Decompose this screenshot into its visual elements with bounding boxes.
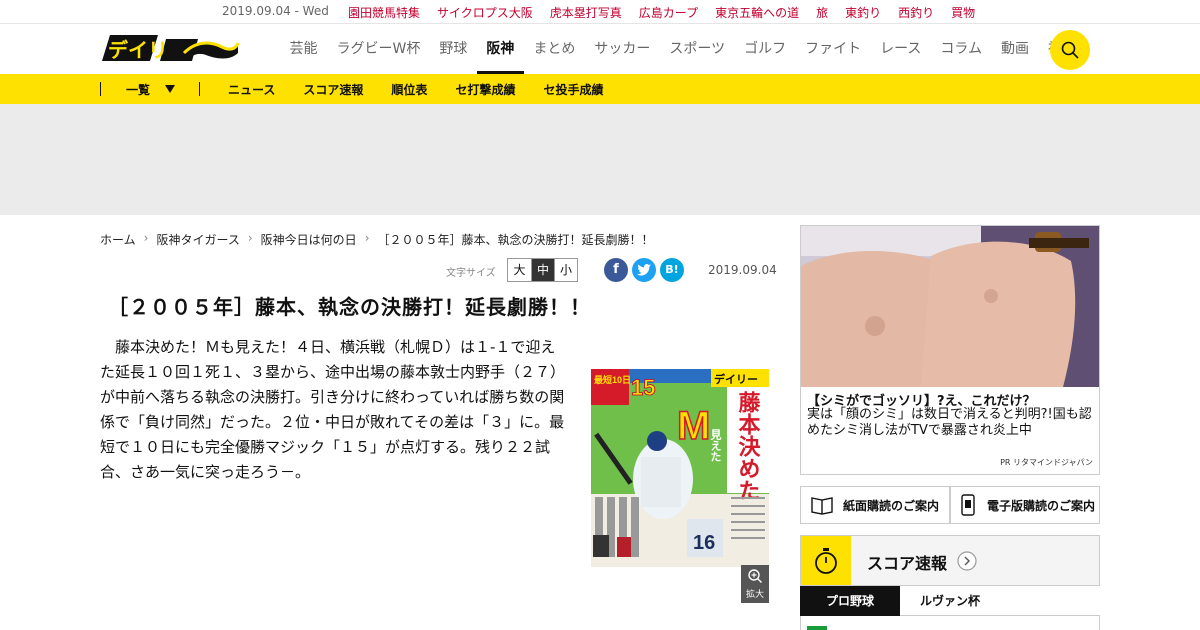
- book-icon: [811, 497, 833, 515]
- site-header: デイリ 芸能 ラグビーW杯 野球 阪神 まとめ サッカー スポーツ ゴルフ ファ…: [0, 25, 1200, 74]
- paper-subscribe-button[interactable]: 紙面購読のご案内: [800, 486, 950, 524]
- front-big-letter: M: [677, 404, 710, 448]
- chevron-right-circle-icon[interactable]: [957, 551, 977, 571]
- zoom-button[interactable]: 拡大: [741, 565, 769, 603]
- font-size-switcher: 大 中 小: [507, 258, 578, 282]
- ad-text[interactable]: 実は「顔のシミ」は数日で消えると判明?!国も認めたシミ消し法がTVで暴露され炎上…: [807, 407, 1097, 439]
- nav-rugby[interactable]: ラグビーW杯: [327, 25, 430, 74]
- chevron-down-icon[interactable]: [165, 85, 175, 93]
- hatena-icon: B!: [665, 263, 679, 276]
- digital-subscribe-label: 電子版購読のご案内: [987, 498, 1096, 513]
- score-tabs: プロ野球 ルヴァン杯: [800, 586, 1100, 616]
- zoom-label: 拡大: [745, 590, 764, 600]
- nav-hanshin[interactable]: 阪神: [476, 25, 524, 74]
- font-size-small[interactable]: 小: [554, 259, 577, 281]
- top-link-shopping[interactable]: 買物: [951, 4, 975, 21]
- top-link-east-fishing[interactable]: 東釣り: [845, 4, 881, 21]
- nav-baseball[interactable]: 野球: [430, 25, 477, 74]
- search-icon: [1061, 41, 1079, 59]
- current-date: 2019.09.04 - Wed: [222, 4, 329, 18]
- top-links: 園田競馬特集 サイクロプス大阪 虎本塁打写真 広島カープ 東京五輪への道 旅 東…: [348, 4, 992, 21]
- breadcrumb-home[interactable]: ホーム: [100, 231, 136, 248]
- zoom-in-icon: [748, 569, 762, 583]
- nav-race[interactable]: レース: [871, 25, 931, 74]
- tab-pro-baseball[interactable]: プロ野球: [800, 586, 900, 616]
- stopwatch-icon: [801, 536, 851, 585]
- subnav-all[interactable]: 一覧: [126, 81, 150, 98]
- top-link-olympics[interactable]: 東京五輪への道: [715, 4, 799, 21]
- subnav-standings[interactable]: 順位表: [391, 81, 427, 98]
- nav-video[interactable]: 動画: [991, 25, 1038, 74]
- top-strip: 2019.09.04 - Wed 園田競馬特集 サイクロプス大阪 虎本塁打写真 …: [0, 0, 1200, 24]
- chevron-right-icon: ›: [143, 231, 149, 245]
- top-link-cyclops[interactable]: サイクロプス大阪: [437, 4, 533, 21]
- font-size-medium[interactable]: 中: [531, 259, 554, 281]
- score-list: [800, 616, 1100, 630]
- twitter-icon: [637, 264, 651, 276]
- ad-sponsor: PR リタマインドジャパン: [1000, 458, 1093, 467]
- top-link-west-fishing[interactable]: 西釣り: [898, 4, 934, 21]
- front-date-tag: 最短10日: [594, 374, 631, 385]
- breadcrumb-today[interactable]: 阪神今日は何の日: [261, 231, 357, 248]
- sub-nav: 一覧 ニュース スコア速報 順位表 セ打撃成績 セ投手成績: [0, 74, 1200, 104]
- svg-text:デイリ: デイリ: [108, 38, 168, 62]
- main-nav: 芸能 ラグビーW杯 野球 阪神 まとめ サッカー スポーツ ゴルフ ファイト レ…: [280, 25, 1085, 74]
- smartphone-icon: [961, 494, 975, 516]
- breadcrumb-tigers[interactable]: 阪神タイガース: [156, 231, 239, 248]
- nav-fight[interactable]: ファイト: [796, 25, 871, 74]
- ad-photo: [801, 226, 1099, 387]
- top-link-travel[interactable]: 旅: [816, 4, 828, 21]
- top-link-sonoda[interactable]: 園田競馬特集: [348, 4, 420, 21]
- front-magic-number: 15: [631, 375, 655, 400]
- front-headline: 藤本決めた: [736, 390, 761, 501]
- sidebar-ad[interactable]: 【シミがでゴッソリ】?え、これだけ？ 実は「顔のシミ」は数日で消えると判明?!国…: [800, 225, 1100, 475]
- hatena-share-button[interactable]: B!: [660, 258, 684, 282]
- front-uniform-number: 16: [693, 532, 715, 554]
- tab-levain-cup[interactable]: ルヴァン杯: [900, 586, 1000, 616]
- chevron-right-icon: ›: [247, 231, 253, 245]
- digital-subscribe-button[interactable]: 電子版購読のご案内: [950, 486, 1100, 524]
- twitter-share-button[interactable]: [632, 258, 656, 282]
- nav-column[interactable]: コラム: [931, 25, 992, 74]
- article-title: ［２００５年］藤本、執念の決勝打！延長劇勝！！: [108, 295, 591, 319]
- top-link-tora-homerun[interactable]: 虎本塁打写真: [550, 4, 622, 21]
- divider: [199, 82, 200, 96]
- top-link-hiroshima[interactable]: 広島カープ: [639, 4, 698, 21]
- font-size-large[interactable]: 大: [508, 259, 531, 281]
- facebook-icon: f: [613, 262, 619, 277]
- nav-soccer[interactable]: サッカー: [585, 25, 660, 74]
- paper-subscribe-label: 紙面購読のご案内: [843, 498, 940, 513]
- divider: [100, 82, 101, 96]
- score-panel-header[interactable]: スコア速報: [800, 535, 1100, 586]
- team-color-marker: [807, 626, 827, 630]
- subnav-score[interactable]: スコア速報: [303, 81, 363, 98]
- breadcrumb-current: ［２００５年］藤本、執念の決勝打！延長劇勝！！: [377, 233, 654, 247]
- front-page-image[interactable]: 最短10日 15 デイリー 藤本決めた M 見えた 16: [591, 369, 769, 567]
- front-sub-headline: 見えた: [709, 429, 723, 462]
- nav-sports[interactable]: スポーツ: [660, 25, 735, 74]
- search-button[interactable]: [1050, 30, 1090, 70]
- subnav-news[interactable]: ニュース: [228, 81, 275, 98]
- subnav-batting[interactable]: セ打撃成績: [455, 81, 515, 98]
- facebook-share-button[interactable]: f: [604, 258, 628, 282]
- breadcrumb: ホーム › 阪神タイガース › 阪神今日は何の日 › ［２００５年］藤本、執念の…: [100, 231, 654, 248]
- subnav-pitching[interactable]: セ投手成績: [543, 81, 603, 98]
- site-logo[interactable]: デイリ: [100, 31, 240, 67]
- score-title: スコア速報: [867, 554, 948, 573]
- publish-date: 2019.09.04: [708, 263, 777, 277]
- font-size-label: 文字サイズ: [446, 268, 496, 279]
- nav-geino[interactable]: 芸能: [280, 25, 327, 74]
- front-masthead: デイリー: [714, 372, 758, 386]
- nav-golf[interactable]: ゴルフ: [735, 25, 796, 74]
- article-body: 藤本決めた！Ｍも見えた！４日、横浜戦（札幌Ｄ）は１-１で迎えた延長１０回１死１、…: [100, 338, 566, 481]
- chevron-right-icon: ›: [364, 231, 370, 245]
- ad-banner-area: [0, 104, 1200, 215]
- nav-matome[interactable]: まとめ: [524, 25, 585, 74]
